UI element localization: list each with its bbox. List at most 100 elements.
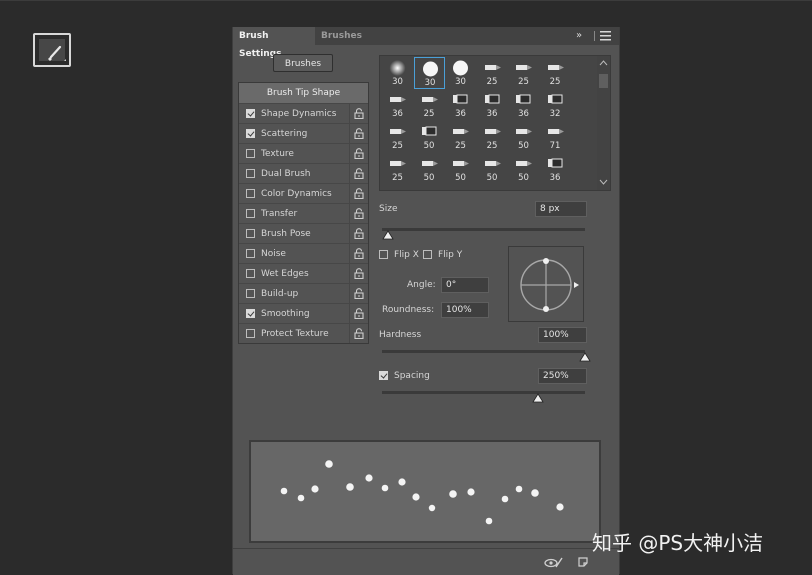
preset-size: 25 <box>423 109 435 119</box>
brush-preset[interactable] <box>508 185 539 190</box>
brush-preset[interactable]: 50 <box>508 121 539 153</box>
toggle-visibility-icon[interactable] <box>544 556 564 570</box>
option-color-dynamics[interactable]: Color Dynamics <box>239 183 368 203</box>
brush-preset[interactable]: 50 <box>508 153 539 185</box>
scroll-thumb[interactable] <box>599 74 608 88</box>
preset-scrollbar[interactable] <box>597 56 610 190</box>
option-lock[interactable] <box>349 104 368 123</box>
option-checkbox[interactable] <box>246 169 255 178</box>
hardness-slider-thumb[interactable] <box>579 352 591 362</box>
option-lock[interactable] <box>349 264 368 283</box>
option-shape-dynamics[interactable]: Shape Dynamics <box>239 103 368 123</box>
brush-preset[interactable] <box>382 185 413 190</box>
option-lock[interactable] <box>349 224 368 243</box>
option-lock[interactable] <box>349 304 368 323</box>
option-checkbox[interactable] <box>246 129 255 138</box>
brush-preset[interactable] <box>540 185 571 190</box>
option-checkbox[interactable] <box>246 309 255 318</box>
brush-preset[interactable]: 32 <box>540 89 571 121</box>
brush-preset[interactable]: 50 <box>477 153 508 185</box>
brush-preset[interactable]: 25 <box>382 121 413 153</box>
brush-preset[interactable] <box>477 185 508 190</box>
brush-preset[interactable]: 50 <box>445 153 476 185</box>
option-brush-pose[interactable]: Brush Pose <box>239 223 368 243</box>
brush-preset[interactable]: 50 <box>414 121 445 153</box>
brush-preset[interactable]: 25 <box>477 121 508 153</box>
spacing-checkbox[interactable] <box>379 371 388 380</box>
option-smoothing[interactable]: Smoothing <box>239 303 368 323</box>
option-checkbox[interactable] <box>246 209 255 218</box>
brush-preset[interactable]: 36 <box>540 153 571 185</box>
flip-y-checkbox[interactable] <box>423 250 432 259</box>
hardness-input[interactable]: 100% <box>538 327 587 343</box>
spacing-slider-thumb[interactable] <box>532 393 545 403</box>
brush-preset[interactable]: 36 <box>508 89 539 121</box>
option-checkbox[interactable] <box>246 329 255 338</box>
brush-tool-button[interactable] <box>33 33 71 67</box>
brush-preset[interactable]: 71 <box>540 121 571 153</box>
roundness-input[interactable]: 100% <box>441 302 489 318</box>
brush-preset[interactable]: 30 <box>382 57 413 89</box>
size-slider-thumb[interactable] <box>382 230 394 240</box>
brush-preset[interactable]: 36 <box>445 89 476 121</box>
option-lock[interactable] <box>349 184 368 203</box>
pencil-brush-icon <box>516 65 532 70</box>
option-texture[interactable]: Texture <box>239 143 368 163</box>
spacing-input[interactable]: 250% <box>538 368 587 384</box>
option-checkbox[interactable] <box>246 109 255 118</box>
brush-preset[interactable] <box>445 185 476 190</box>
option-checkbox[interactable] <box>246 289 255 298</box>
angle-input[interactable]: 0° <box>441 277 489 293</box>
option-lock[interactable] <box>349 164 368 183</box>
option-checkbox[interactable] <box>246 249 255 258</box>
brush-tip-shape-item[interactable]: Brush Tip Shape <box>239 83 368 103</box>
scroll-up-icon[interactable] <box>597 58 610 68</box>
scroll-down-icon[interactable] <box>597 177 610 187</box>
size-slider-track[interactable] <box>382 228 585 231</box>
preset-size: 25 <box>486 141 498 151</box>
brush-preset[interactable]: 25 <box>477 57 508 89</box>
option-noise[interactable]: Noise <box>239 243 368 263</box>
brush-preset[interactable]: 36 <box>382 89 413 121</box>
brush-preset[interactable]: 25 <box>445 121 476 153</box>
option-checkbox[interactable] <box>246 189 255 198</box>
collapse-icon[interactable]: » <box>576 28 582 44</box>
option-lock[interactable] <box>349 244 368 263</box>
size-input[interactable]: 8 px <box>535 201 587 217</box>
option-protect-texture[interactable]: Protect Texture <box>239 323 368 343</box>
brush-preset[interactable]: 36 <box>477 89 508 121</box>
tab-brush-settings[interactable]: Brush Settings <box>233 27 315 59</box>
new-preset-icon[interactable] <box>578 557 590 569</box>
brush-preset[interactable]: 25 <box>540 57 571 89</box>
spacing-slider-track[interactable] <box>382 391 585 394</box>
hamburger-menu-icon[interactable] <box>600 31 611 47</box>
angle-roundness-widget[interactable] <box>508 246 584 322</box>
option-build-up[interactable]: Build-up <box>239 283 368 303</box>
preset-size: 36 <box>518 109 529 119</box>
flip-x-checkbox[interactable] <box>379 250 388 259</box>
brush-preset[interactable]: 30 <box>445 57 476 89</box>
lock-icon <box>354 188 364 199</box>
brush-preset[interactable]: 25 <box>508 57 539 89</box>
option-transfer[interactable]: Transfer <box>239 203 368 223</box>
option-wet-edges[interactable]: Wet Edges <box>239 263 368 283</box>
brush-preset[interactable] <box>414 185 445 190</box>
option-lock[interactable] <box>349 324 368 343</box>
brushes-button[interactable]: Brushes <box>273 54 333 72</box>
hardness-slider-track[interactable] <box>382 350 585 353</box>
option-scattering[interactable]: Scattering <box>239 123 368 143</box>
tab-brushes[interactable]: Brushes <box>315 27 367 45</box>
option-lock[interactable] <box>349 204 368 223</box>
option-checkbox[interactable] <box>246 229 255 238</box>
option-lock[interactable] <box>349 144 368 163</box>
option-lock[interactable] <box>349 284 368 303</box>
brush-preset[interactable]: 25 <box>414 89 445 121</box>
option-lock[interactable] <box>349 124 368 143</box>
brush-preset[interactable]: 30 <box>413 57 445 89</box>
option-checkbox[interactable] <box>246 149 255 158</box>
option-checkbox[interactable] <box>246 269 255 278</box>
option-dual-brush[interactable]: Dual Brush <box>239 163 368 183</box>
brush-preset[interactable]: 50 <box>414 153 445 185</box>
preset-size: 50 <box>518 141 529 151</box>
brush-preset[interactable]: 25 <box>382 153 413 185</box>
